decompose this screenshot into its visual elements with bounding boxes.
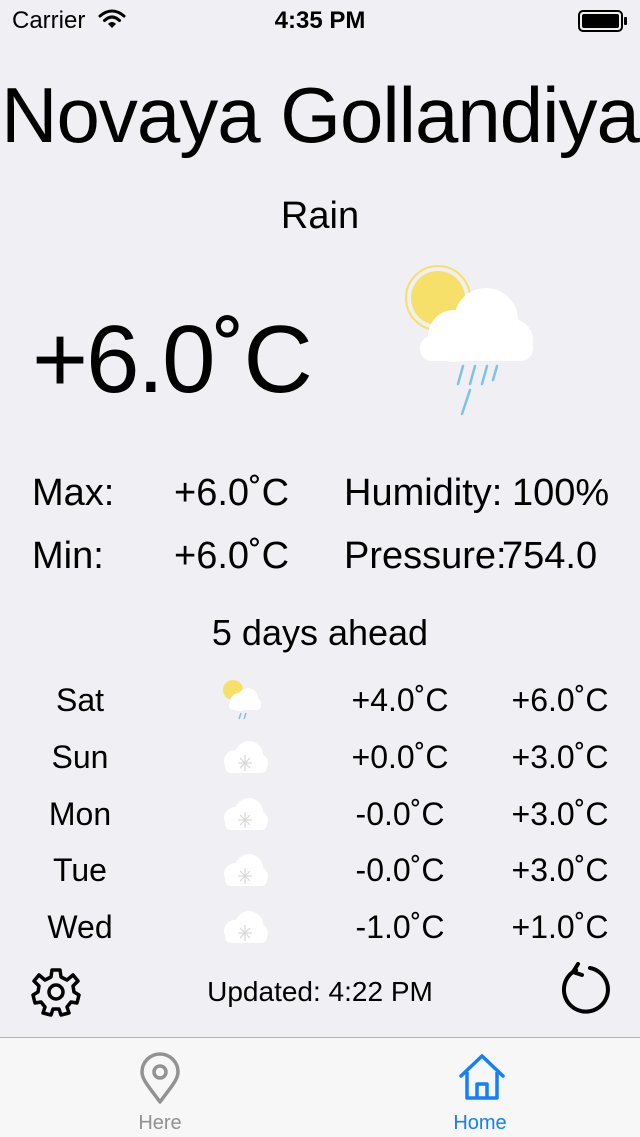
- forecast-max: +1.0˚C: [511, 909, 609, 945]
- battery-icon: [578, 10, 628, 37]
- tab-here[interactable]: Here: [60, 1038, 260, 1137]
- forecast-day: Mon: [48, 796, 112, 832]
- refresh-icon: [556, 962, 612, 1022]
- max-value: +6.0˚C: [174, 472, 290, 514]
- forecast-min: -0.0˚C: [355, 852, 445, 888]
- forecast-max: +3.0˚C: [511, 796, 609, 832]
- location-pin-icon: [138, 1052, 182, 1111]
- forecast-row: Wed -1.0˚C +1.0˚C: [0, 899, 640, 956]
- updated-time: Updated: 4:22 PM: [207, 976, 433, 1007]
- status-time: 4:35 PM: [274, 7, 366, 34]
- pressure-value: 754.0: [502, 535, 598, 577]
- forecast-max: +3.0˚C: [511, 739, 609, 775]
- home-icon: [458, 1052, 506, 1111]
- tab-home[interactable]: Home: [380, 1038, 580, 1137]
- city-name: Novaya Gollandiya: [1, 71, 640, 159]
- humidity-label: Humidity:: [344, 472, 503, 514]
- forecast-min: +4.0˚C: [351, 682, 449, 718]
- refresh-button[interactable]: [556, 962, 612, 1023]
- status-bar: Carrier 4:35 PM: [0, 0, 640, 40]
- snow-cloud-icon: [219, 903, 271, 954]
- forecast-day: Tue: [53, 852, 107, 888]
- sun-rain-icon: [219, 676, 263, 727]
- tab-label: Home: [453, 1112, 507, 1134]
- current-temperature: +6.0˚C: [32, 306, 313, 413]
- tab-label: Here: [138, 1112, 182, 1134]
- forecast-title: 5 days ahead: [211, 612, 429, 653]
- humidity-value: 100%: [512, 472, 610, 514]
- min-label: Min:: [32, 535, 104, 577]
- forecast-row: Tue -0.0˚C +3.0˚C: [0, 842, 640, 899]
- forecast-min: -1.0˚C: [355, 909, 445, 945]
- sun-rain-cloud-icon: [400, 262, 540, 427]
- forecast-max: +3.0˚C: [511, 852, 609, 888]
- snow-cloud-icon: [219, 733, 271, 784]
- forecast-min: -0.0˚C: [355, 796, 445, 832]
- forecast-row: Sat +4.0˚C +6.0˚C: [0, 672, 640, 729]
- tab-bar: Here Home: [0, 1037, 640, 1137]
- forecast-day: Sat: [55, 682, 105, 718]
- forecast-min: +0.0˚C: [351, 739, 449, 775]
- forecast-day: Sun: [51, 739, 109, 775]
- snow-cloud-icon: [219, 790, 271, 841]
- forecast-max: +6.0˚C: [511, 682, 609, 718]
- snow-cloud-icon: [219, 846, 271, 897]
- min-value: +6.0˚C: [174, 535, 290, 577]
- forecast-row: Sun +0.0˚C +3.0˚C: [0, 729, 640, 786]
- forecast-row: Mon -0.0˚C +3.0˚C: [0, 786, 640, 843]
- pressure-label: Pressure:: [344, 535, 507, 577]
- max-label: Max:: [32, 472, 115, 514]
- weather-condition: Rain: [280, 195, 360, 237]
- forecast-day: Wed: [47, 909, 113, 945]
